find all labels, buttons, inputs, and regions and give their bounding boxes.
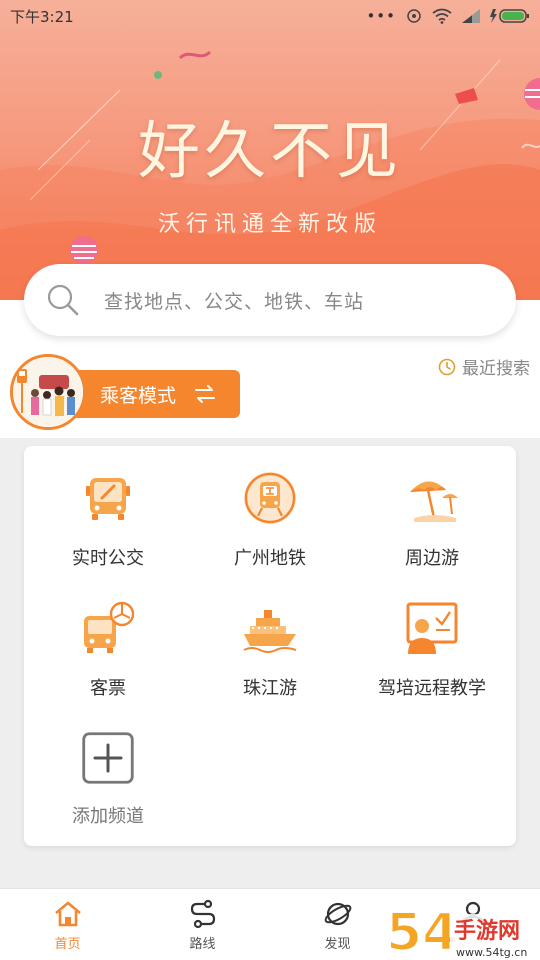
site-watermark-logo: 54 手游网 www.54tg.cn: [386, 902, 540, 960]
passengers-illustration: [13, 357, 83, 427]
tab-label: 首页: [54, 937, 81, 952]
planet-icon: [324, 902, 351, 926]
teaching-board-icon: [406, 602, 458, 654]
channel-label: 周边游: [405, 548, 459, 569]
passenger-avatar: [10, 354, 86, 430]
recent-search-link[interactable]: 最近搜索: [438, 354, 530, 379]
coach-ticket-icon: [84, 601, 135, 653]
tab-home[interactable]: 首页: [0, 889, 135, 960]
alarm-icon: [407, 9, 421, 23]
channel-label: 广州地铁: [234, 548, 306, 569]
add-icon: [82, 732, 134, 784]
mode-label: 乘客模式: [100, 384, 177, 407]
switch-arrows-icon: [195, 385, 216, 403]
channel-label: 添加频道: [72, 806, 144, 827]
channel-driving-remote-teaching[interactable]: 驾培远程教学: [350, 576, 514, 706]
search-placeholder: 查找地点、公交、地铁、车站: [104, 290, 365, 313]
channel-nearby-travel[interactable]: 周边游: [350, 446, 514, 576]
search-icon: [47, 284, 79, 316]
banner-title: 好久不见: [137, 114, 402, 187]
metro-icon: [244, 472, 296, 524]
route-icon: [190, 899, 215, 929]
more-dots-icon: •••: [366, 7, 396, 25]
channel-grid: 实时公交 广州地铁 周边游 客票 珠江游 驾培远程教学 添加频道: [24, 446, 516, 846]
signal-icon: [462, 9, 480, 23]
bus-icon: [86, 478, 130, 520]
banner[interactable]: 下午3:21 ••• 好久不见 沃行讯通全新改版: [0, 0, 540, 300]
channel-coach-ticket[interactable]: 客票: [26, 576, 190, 706]
status-icons: •••: [366, 7, 530, 25]
home-icon: [54, 901, 81, 927]
channel-label: 珠江游: [243, 678, 297, 699]
svg-text:手游网: 手游网: [454, 918, 520, 944]
channel-label: 客票: [90, 678, 126, 699]
status-time: 下午3:21: [10, 7, 74, 26]
tab-discover[interactable]: 发现: [270, 889, 405, 960]
wifi-icon: [432, 8, 452, 24]
channel-guangzhou-metro[interactable]: 广州地铁: [188, 446, 352, 576]
cruise-ship-icon: [243, 610, 297, 653]
clock-icon: [438, 358, 456, 375]
channel-realtime-bus[interactable]: 实时公交: [26, 446, 190, 576]
mode-button[interactable]: 乘客模式: [60, 370, 240, 418]
tab-label: 路线: [189, 937, 216, 952]
svg-text:www.54tg.cn: www.54tg.cn: [456, 946, 527, 959]
recent-search-label: 最近搜索: [462, 359, 530, 379]
tab-route[interactable]: 路线: [135, 889, 270, 960]
channel-label: 实时公交: [72, 548, 144, 569]
status-bar: 下午3:21 •••: [0, 0, 540, 32]
banner-subtitle: 沃行讯通全新改版: [157, 212, 382, 237]
add-channel-button[interactable]: 添加频道: [26, 706, 190, 836]
channel-label: 驾培远程教学: [378, 678, 486, 699]
svg-text:54: 54: [386, 903, 458, 960]
search-bar[interactable]: 查找地点、公交、地铁、车站: [24, 264, 516, 336]
battery-icon: [490, 9, 529, 23]
beach-umbrella-icon: [410, 481, 458, 522]
channel-pearl-river-cruise[interactable]: 珠江游: [188, 576, 352, 706]
tab-label: 发现: [324, 937, 351, 952]
